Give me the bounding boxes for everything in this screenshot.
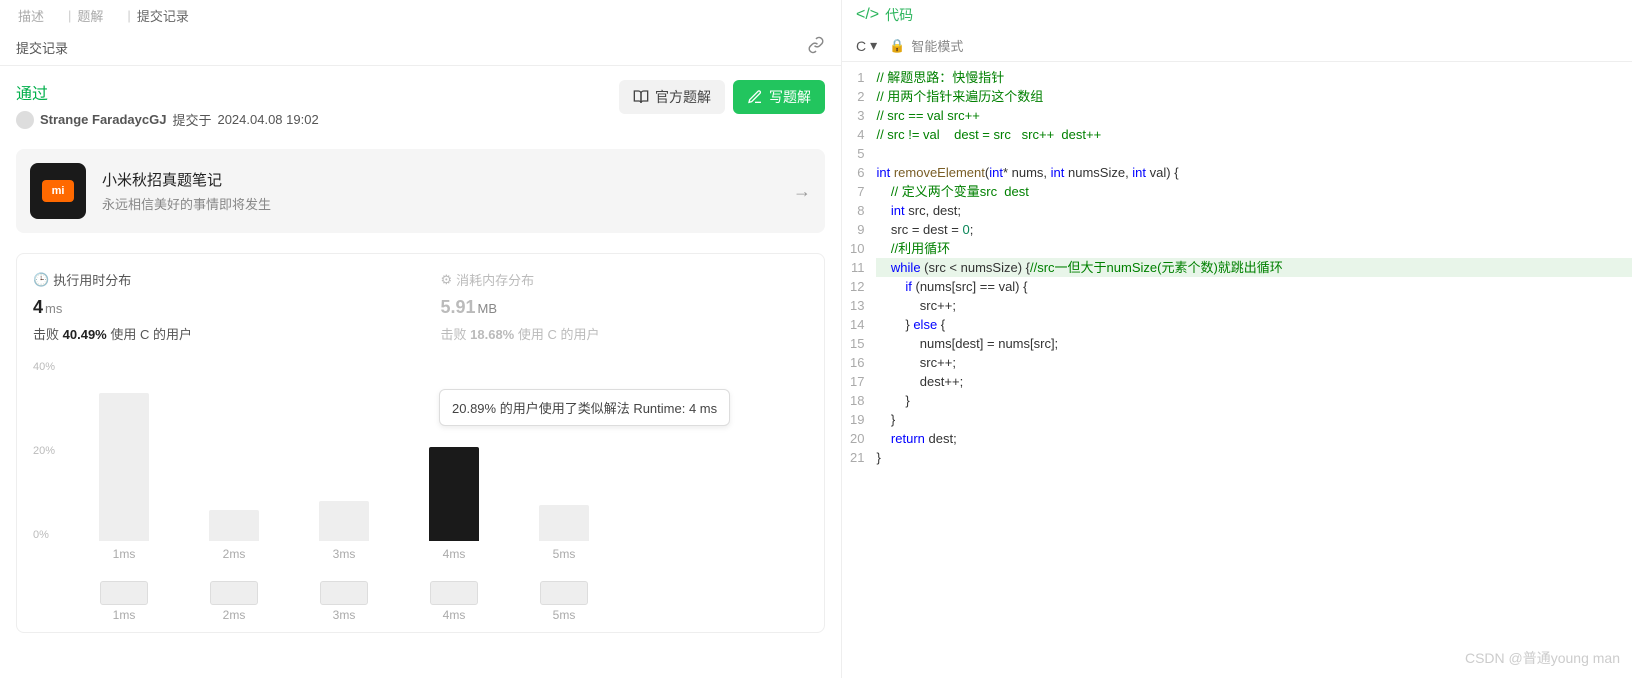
chevron-down-icon: ▾ [870,37,877,54]
tab-solutions[interactable]: 题解 [77,6,103,25]
legend-item[interactable]: 4ms [429,581,479,622]
promo-icon: mi [30,163,86,219]
content-scroll[interactable]: 通过 Strange FaradaycGJ 提交于 2024.04.08 19:… [0,66,841,678]
top-tabs: 描述| 题解| 提交记录 [0,0,841,30]
legend-item[interactable]: 1ms [99,581,149,622]
runtime-block[interactable]: 🕒 执行用时分布 4ms 击败 40.49% 使用 C 的用户 [33,270,401,343]
action-buttons: 官方题解 写题解 [619,80,825,114]
chart-bar[interactable] [429,447,479,542]
code-editor[interactable]: 123456789101112131415161718192021 // 解题思… [842,62,1632,678]
runtime-chart: 40% 20% 0% 1ms 2ms 3ms 4ms 5ms 1ms 2ms 3ms 4ms 5… [33,361,808,622]
runtime-beat: 击败 40.49% 使用 C 的用户 [33,324,401,343]
watermark: CSDN @普通young man [1465,648,1620,668]
code-lines: // 解题思路：快慢指针// 用两个指针来遍历这个数组// src == val… [876,68,1632,678]
submitted-prefix: 提交于 [172,110,211,129]
tab-description[interactable]: 描述 [18,6,44,25]
memory-title: ⚙ 消耗内存分布 [441,270,809,289]
link-icon[interactable] [807,36,825,59]
chart-bar[interactable] [209,510,259,542]
bars-row [59,361,808,541]
x-tick: 3ms [319,547,369,561]
x-tick: 1ms [99,547,149,561]
left-panel: 描述| 题解| 提交记录 提交记录 通过 Strange FaradaycGJ … [0,0,842,678]
chip-icon: ⚙ [441,272,453,288]
clock-icon: 🕒 [33,272,49,288]
y-axis: 40% 20% 0% [33,361,55,541]
chart-bar[interactable] [99,393,149,542]
legend-item[interactable]: 2ms [209,581,259,622]
submitted-time: 2024.04.08 19:02 [217,112,318,127]
chart-bar[interactable] [539,505,589,541]
panel-header-title: 提交记录 [16,38,68,57]
tab-submissions[interactable]: 提交记录 [137,6,189,25]
mode-label[interactable]: 🔒 智能模式 [889,36,963,55]
code-panel: </> 代码 C ▾ 🔒 智能模式 1234567891011121314151… [842,0,1632,678]
x-tick: 2ms [209,547,259,561]
chart-bar[interactable] [319,501,369,542]
chart-tooltip: 20.89% 的用户使用了类似解法 Runtime: 4 ms [439,389,730,426]
line-gutter: 123456789101112131415161718192021 [842,68,876,678]
runtime-value: 4ms [33,297,401,318]
submitter-name[interactable]: Strange FaradaycGJ [40,112,166,127]
chart-legend: 1ms 2ms 3ms 4ms 5ms [59,581,808,622]
code-header: </> 代码 [842,0,1632,30]
memory-block[interactable]: ⚙ 消耗内存分布 5.91MB 击败 18.68% 使用 C 的用户 [441,270,809,343]
x-tick: 5ms [539,547,589,561]
memory-value: 5.91MB [441,297,809,318]
arrow-right-icon: → [793,181,811,202]
language-selector[interactable]: C ▾ [856,37,877,54]
code-icon: </> [856,6,879,24]
memory-beat: 击败 18.68% 使用 C 的用户 [441,324,809,343]
mi-logo-icon: mi [42,180,74,202]
panel-header: 提交记录 [0,30,841,66]
x-tick: 4ms [429,547,479,561]
lock-icon: 🔒 [889,38,905,54]
legend-item[interactable]: 5ms [539,581,589,622]
result-header: 通过 Strange FaradaycGJ 提交于 2024.04.08 19:… [16,80,825,129]
avatar[interactable] [16,111,34,129]
official-solution-button[interactable]: 官方题解 [619,80,725,114]
promo-subtitle: 永远相信美好的事情即将发生 [102,194,271,213]
code-toolbar: C ▾ 🔒 智能模式 [842,30,1632,62]
stats-card: 🕒 执行用时分布 4ms 击败 40.49% 使用 C 的用户 ⚙ [16,253,825,633]
status-label: 通过 [16,80,319,104]
stats-header: 🕒 执行用时分布 4ms 击败 40.49% 使用 C 的用户 ⚙ [33,270,808,343]
x-axis-labels: 1ms 2ms 3ms 4ms 5ms [59,547,808,561]
runtime-title: 🕒 执行用时分布 [33,270,401,289]
submitter-row: Strange FaradaycGJ 提交于 2024.04.08 19:02 [16,110,319,129]
promo-card[interactable]: mi 小米秋招真题笔记 永远相信美好的事情即将发生 → [16,149,825,233]
code-header-label: 代码 [885,5,913,25]
promo-title: 小米秋招真题笔记 [102,169,271,190]
legend-item[interactable]: 3ms [319,581,369,622]
write-solution-button[interactable]: 写题解 [733,80,825,114]
